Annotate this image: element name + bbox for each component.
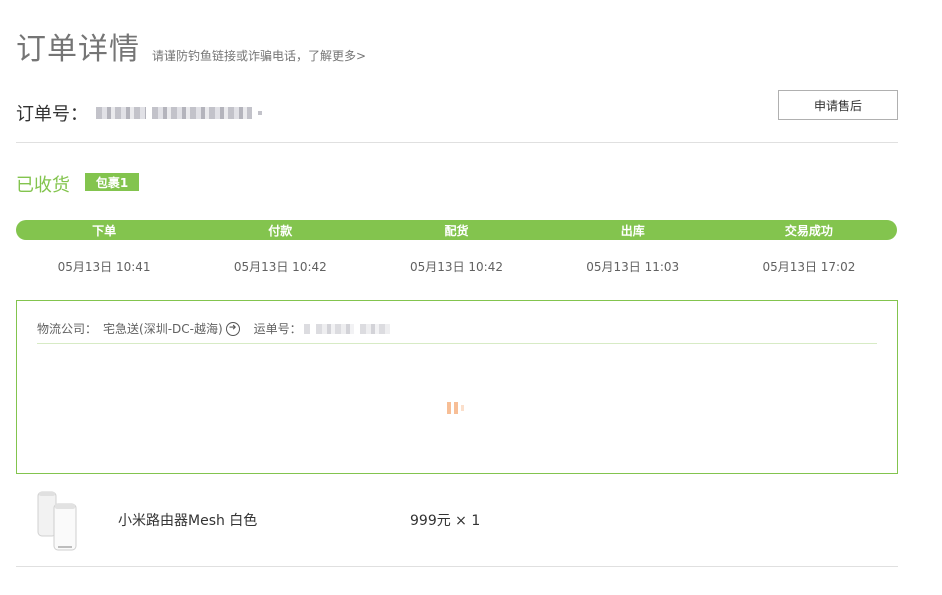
progress-time: 05月13日 10:42 <box>410 260 503 274</box>
progress-time: 05月13日 10:41 <box>57 260 151 274</box>
tracking-number-redacted <box>303 323 310 334</box>
logistics-divider <box>37 343 877 344</box>
product-name[interactable]: 小米路由器Mesh 白色 <box>118 510 257 530</box>
tracking-number-redacted <box>315 323 354 334</box>
loading-icon <box>447 402 464 414</box>
title-row: 订单详情 请谨防钓鱼链接或诈骗电话，了解更多> <box>16 32 366 68</box>
logistics-info-row: 物流公司： 宅急送(深圳-DC-越海) ➜ 运单号： <box>37 320 390 337</box>
order-number-label: 订单号： <box>16 104 88 125</box>
header-divider <box>16 142 898 143</box>
logistics-company-label: 物流公司： <box>37 322 98 336</box>
order-number-redacted <box>258 111 262 115</box>
progress-step-picking: 配货 <box>444 223 469 238</box>
tracking-number-redacted <box>359 323 390 334</box>
page-title: 订单详情 <box>16 32 140 67</box>
anti-fraud-link[interactable]: 请谨防钓鱼链接或诈骗电话，了解更多> <box>152 47 366 64</box>
progress-step-payment: 付款 <box>268 223 293 238</box>
progress-time: 05月13日 17:02 <box>762 260 856 274</box>
order-status: 已收货 <box>16 175 70 196</box>
after-sales-button[interactable]: 申请售后 <box>778 90 898 120</box>
progress-time: 05月13日 11:03 <box>586 260 680 274</box>
order-number-redacted <box>152 107 252 119</box>
order-number-redacted <box>96 107 146 119</box>
product-item: 小米路由器Mesh 白色 999元 × 1 <box>16 480 898 566</box>
router-product-image[interactable] <box>32 490 84 552</box>
product-price-quantity: 999元 × 1 <box>410 513 481 529</box>
progress-step-completed: 交易成功 <box>784 223 833 238</box>
tracking-number-label: 运单号： <box>253 322 302 336</box>
package-tab[interactable]: 包裹1 <box>85 173 139 191</box>
order-progress-bar: 下单 付款 配货 出库 交易成功 <box>16 220 897 240</box>
circle-arrow-right-icon[interactable]: ➜ <box>225 321 240 336</box>
order-number-row: 订单号： <box>16 100 262 126</box>
progress-time: 05月13日 10:42 <box>233 260 327 274</box>
progress-step-order: 下单 <box>92 223 117 238</box>
progress-step-shipped: 出库 <box>620 223 645 238</box>
progress-times: 05月13日 10:41 05月13日 10:42 05月13日 10:42 0… <box>16 258 897 275</box>
footer-divider <box>16 566 898 567</box>
logistics-company-name: 宅急送(深圳-DC-越海) <box>103 322 223 336</box>
logistics-panel: 物流公司： 宅急送(深圳-DC-越海) ➜ 运单号： <box>16 300 898 474</box>
